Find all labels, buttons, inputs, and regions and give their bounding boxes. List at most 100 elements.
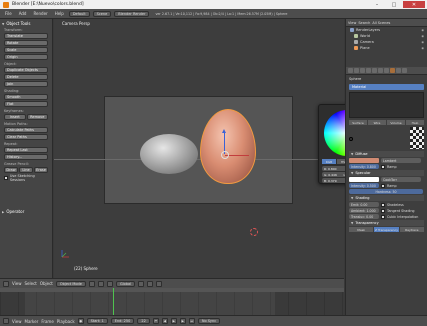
screen-layout-select[interactable]: Default [68, 10, 90, 17]
scene-select[interactable]: Scene [92, 10, 112, 17]
volume-tab[interactable]: Volume [387, 120, 405, 125]
hardness-field[interactable]: Hardness: 50 [349, 189, 423, 194]
3d-viewport[interactable]: Camera Persp (22) Sphere [54, 19, 344, 278]
current-frame-field[interactable]: 22 [137, 318, 150, 324]
start-frame-field[interactable]: Start: 1 [86, 318, 108, 324]
pivot-icon[interactable] [97, 280, 104, 287]
ambient-field[interactable]: Ambient: 1.000 [349, 208, 379, 213]
menu-render[interactable]: Render [31, 11, 49, 16]
menu-view[interactable]: View [12, 281, 22, 286]
visibility-eye-icon[interactable]: ◉ [421, 34, 424, 38]
playhead[interactable] [113, 288, 114, 315]
menu-frame[interactable]: Frame [41, 319, 53, 324]
menu-help[interactable]: Help [53, 11, 66, 16]
mode-rgb[interactable]: RGB [322, 159, 336, 164]
modifiers-tab-icon[interactable] [378, 68, 383, 73]
translucency-field[interactable]: Transluc: 0.00 [349, 214, 379, 219]
shading-mode-icon[interactable] [88, 280, 95, 287]
render-tab-icon[interactable] [348, 68, 353, 73]
particles-tab-icon[interactable] [402, 68, 407, 73]
next-key-icon[interactable]: ▶ [179, 318, 186, 324]
end-frame-field[interactable]: End: 250 [110, 318, 135, 324]
draw-button[interactable]: Draw [4, 167, 18, 173]
timeline-area[interactable] [0, 288, 344, 315]
line-button[interactable]: Line [19, 167, 33, 173]
outliner-menu-search[interactable]: Search [358, 21, 370, 25]
delete-button[interactable]: Delete [4, 74, 48, 80]
duplicate-objects-button[interactable]: Duplicate Objects [4, 67, 48, 73]
timeline-editor-icon[interactable] [3, 318, 9, 324]
spec-ramp-checkbox[interactable] [381, 183, 385, 188]
editor-type-icon[interactable] [3, 280, 9, 287]
material-slot[interactable]: Material [349, 84, 424, 90]
repeat-last-button[interactable]: Repeat Last [4, 147, 48, 153]
3d-cursor-icon[interactable] [250, 228, 258, 236]
shading-panel-header[interactable]: ▼ Shading [349, 195, 424, 201]
calculate-paths-button[interactable]: Calculate Paths [4, 127, 48, 133]
origin-button[interactable]: Origin [4, 54, 48, 60]
clear-paths-button[interactable]: Clear Paths [4, 134, 48, 140]
menu-add[interactable]: Add [17, 11, 29, 16]
menu-marker[interactable]: Marker [25, 319, 39, 324]
manipulator-circle-icon[interactable] [221, 151, 229, 159]
visibility-eye-icon[interactable]: ◉ [421, 40, 424, 44]
material-tab-icon[interactable] [390, 68, 395, 73]
emit-field[interactable]: Emit: 0.00 [349, 202, 379, 207]
texture-tab-icon[interactable] [396, 68, 401, 73]
specular-color-swatch[interactable] [349, 177, 379, 182]
sync-select[interactable]: No Sync [197, 318, 221, 324]
data-tab-icon[interactable] [384, 68, 389, 73]
menu-playback[interactable]: Playback [57, 319, 75, 324]
wire-tab[interactable]: Wire [368, 120, 386, 125]
orientation-select[interactable]: Global [115, 280, 136, 287]
prev-key-icon[interactable]: ◀ [161, 318, 168, 324]
minimize-icon[interactable]: – [369, 1, 385, 8]
transparency-panel-header[interactable]: ▼ Transparency [349, 220, 424, 226]
scene-tab-icon[interactable] [354, 68, 359, 73]
mask-tab[interactable]: Mask [349, 227, 374, 232]
visibility-eye-icon[interactable]: ◉ [421, 46, 424, 50]
raytrace-tab[interactable]: Raytrace [399, 227, 424, 232]
mode-select[interactable]: Object Mode [55, 280, 86, 287]
erase-button[interactable]: Erase [34, 167, 48, 173]
menu-object[interactable]: Object [40, 281, 53, 286]
operator-panel-header[interactable]: ▶ Operator [2, 209, 24, 214]
diffuse-color-swatch[interactable] [349, 158, 379, 163]
join-button[interactable]: Join [4, 81, 48, 87]
visibility-eye-icon[interactable]: ◉ [421, 28, 424, 32]
outliner-scope-select[interactable]: All Scenes [372, 21, 390, 25]
flat-button[interactable]: Flat [4, 101, 48, 107]
halo-tab[interactable]: Halo [406, 120, 424, 125]
snap-icon[interactable] [147, 280, 154, 287]
maximize-icon[interactable]: □ [386, 1, 402, 8]
smooth-button[interactable]: Smooth [4, 94, 48, 100]
material-slot-list[interactable] [349, 92, 424, 118]
cubic-checkbox[interactable] [381, 214, 385, 219]
constraints-tab-icon[interactable] [372, 68, 377, 73]
surface-tab[interactable]: Surface [349, 120, 367, 125]
menu-tl-view[interactable]: View [12, 319, 22, 324]
record-icon[interactable]: ● [77, 318, 84, 324]
render-preview-icon[interactable] [156, 280, 163, 287]
rotate-button[interactable]: Rotate [4, 40, 48, 46]
history-button[interactable]: History... [4, 154, 48, 160]
world-tab-icon[interactable] [360, 68, 365, 73]
specular-shader-select[interactable]: CookTorr [381, 177, 421, 182]
play-icon[interactable]: ▶ [170, 318, 177, 324]
jump-end-icon[interactable]: ⏭ [188, 318, 195, 324]
translate-button[interactable]: Translate [4, 33, 48, 39]
diffuse-shader-select[interactable]: Lambert [381, 158, 421, 163]
object-tools-panel-header[interactable]: ▼ Object Tools [2, 21, 50, 26]
z-transparency-tab[interactable]: Z Transparency [374, 227, 399, 232]
ramp-checkbox[interactable] [381, 164, 385, 169]
layers-icon[interactable] [138, 280, 145, 287]
specular-panel-header[interactable]: ▼ Specular [349, 170, 424, 176]
object-tab-icon[interactable] [366, 68, 371, 73]
specular-intensity-field[interactable]: Intensity: 0.500 [349, 183, 379, 188]
grey-egg-object[interactable] [140, 134, 198, 174]
jump-start-icon[interactable]: ⏮ [152, 318, 159, 324]
color-wheel-marker-icon[interactable] [349, 137, 353, 141]
remove-keyframe-button[interactable]: Remove [26, 114, 48, 120]
diffuse-intensity-field[interactable]: Intensity: 0.800 [349, 164, 379, 169]
diffuse-panel-header[interactable]: ▼ Diffuse [349, 151, 424, 157]
